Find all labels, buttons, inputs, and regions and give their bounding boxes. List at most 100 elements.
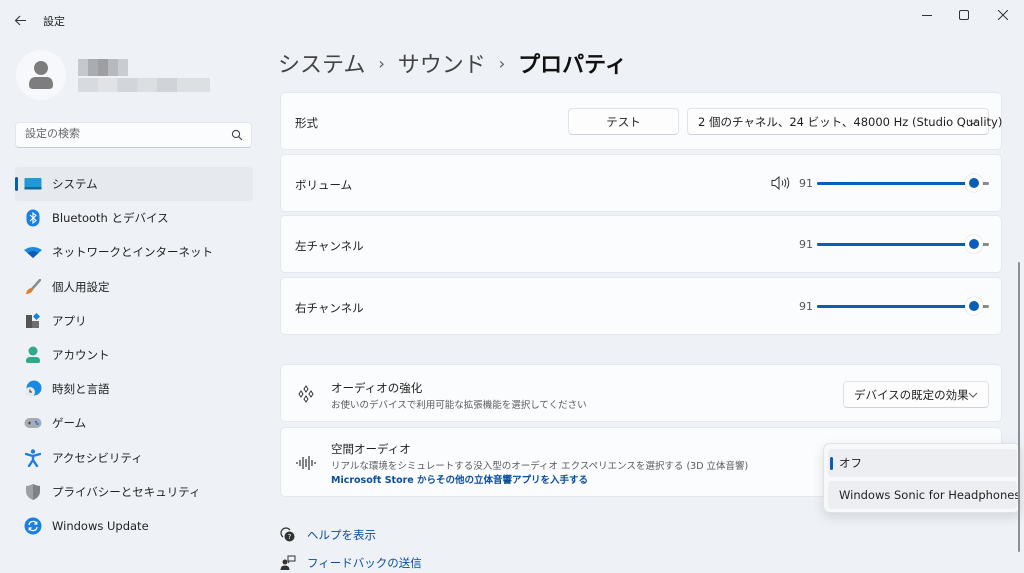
audio-enhancement-card: オーディオの強化 お使いのデバイスで利用可能な拡張機能を選択してください デバイ… (280, 364, 1002, 422)
volume-slider[interactable] (817, 173, 989, 193)
volume-label: ボリューム (295, 178, 353, 192)
avatar[interactable] (16, 50, 66, 100)
audio-enhancement-title: オーディオの強化 (331, 381, 423, 395)
user-email-obscured (78, 78, 210, 92)
right-channel-value: 91 (799, 300, 813, 313)
slider-fill (817, 305, 974, 308)
option-label: オフ (839, 456, 862, 470)
slider-thumb[interactable] (964, 235, 983, 253)
audio-waveform-icon (295, 452, 317, 474)
feedback-link[interactable]: フィードバックの送信 (280, 555, 422, 571)
breadcrumb-sound[interactable]: サウンド (398, 47, 486, 79)
sidebar-item-time-language[interactable]: 時刻と言語 (15, 372, 253, 406)
sidebar-item-accessibility[interactable]: アクセシビリティ (15, 441, 253, 475)
minimize-icon (922, 15, 932, 16)
sidebar-nav: システム Bluetooth とデバイス ネットワークとインターネット 個人用設… (15, 167, 253, 543)
sidebar-item-label: アプリ (52, 313, 87, 328)
chevron-down-icon (968, 119, 978, 125)
sidebar-item-bluetooth[interactable]: Bluetooth とデバイス (15, 201, 253, 235)
title-bar: 設定 (0, 0, 1024, 40)
windows-update-icon (24, 517, 42, 535)
account-icon (24, 346, 42, 364)
left-channel-label: 左チャンネル (295, 239, 364, 253)
search-box[interactable] (15, 122, 252, 148)
time-language-icon (24, 380, 42, 398)
selected-indicator (830, 457, 833, 470)
sidebar-item-privacy[interactable]: プライバシーとセキュリティ (15, 475, 253, 509)
paintbrush-icon (24, 278, 42, 296)
sidebar-item-label: ゲーム (52, 416, 87, 431)
sidebar-item-windows-update[interactable]: Windows Update (15, 509, 253, 543)
help-icon: ? (280, 527, 296, 543)
bluetooth-icon (24, 209, 42, 227)
accessibility-icon (24, 448, 42, 467)
minimize-button[interactable] (912, 4, 942, 26)
sidebar-item-label: Bluetooth とデバイス (52, 211, 169, 226)
slider-fill (817, 243, 974, 246)
sidebar-item-label: Windows Update (52, 518, 149, 533)
spatial-audio-option-off[interactable]: オフ (828, 449, 1017, 477)
sidebar-item-label: 時刻と言語 (52, 382, 110, 397)
close-icon (998, 10, 1008, 20)
sidebar-item-gaming[interactable]: ゲーム (15, 406, 253, 440)
shield-icon (24, 483, 42, 501)
audio-enhancement-selected-value: デバイスの既定の効果 (854, 387, 969, 402)
feedback-label: フィードバックの送信 (307, 556, 422, 570)
breadcrumb-system[interactable]: システム (278, 47, 365, 79)
maximize-icon (959, 10, 969, 20)
spatial-audio-menu: オフ Windows Sonic for Headphones (823, 443, 1021, 513)
right-channel-slider[interactable] (817, 296, 989, 316)
sidebar-item-accounts[interactable]: アカウント (15, 338, 253, 372)
system-monitor-icon (24, 175, 42, 193)
sidebar-item-label: ネットワークとインターネット (52, 245, 213, 260)
spatial-audio-option-windows-sonic[interactable]: Windows Sonic for Headphones (828, 481, 1021, 509)
breadcrumb-separator: › (378, 53, 385, 73)
format-dropdown[interactable]: 2 個のチャネル、24 ビット、48000 Hz (Studio Quality… (687, 108, 1002, 135)
close-button[interactable] (988, 4, 1018, 26)
right-channel-label: 右チャンネル (295, 301, 364, 315)
help-link[interactable]: ? ヘルプを表示 (280, 527, 376, 543)
sidebar-item-label: 個人用設定 (52, 279, 110, 294)
audio-enhancement-description: お使いのデバイスで利用可能な拡張機能を選択してください (331, 400, 587, 411)
back-button[interactable] (10, 10, 30, 30)
format-card: 形式 テスト 2 個のチャネル、24 ビット、48000 Hz (Studio … (280, 92, 1002, 150)
search-input[interactable] (25, 127, 225, 140)
feedback-icon (280, 555, 296, 571)
maximize-button[interactable] (949, 4, 979, 26)
left-channel-value: 91 (799, 238, 813, 251)
breadcrumb-separator: › (498, 53, 506, 73)
page-title: プロパティ (518, 53, 627, 78)
sidebar-item-apps[interactable]: アプリ (15, 304, 253, 338)
main-scrollbar[interactable] (1018, 262, 1020, 552)
sidebar-item-network[interactable]: ネットワークとインターネット (15, 235, 253, 269)
sidebar-item-label: プライバシーとセキュリティ (52, 484, 201, 499)
slider-thumb[interactable] (964, 174, 983, 192)
left-channel-slider[interactable] (817, 234, 989, 254)
slider-fill (817, 182, 974, 185)
chevron-down-icon (968, 392, 978, 398)
sparkle-icon (295, 383, 317, 405)
svg-text:?: ? (288, 533, 292, 541)
arrow-left-icon (14, 15, 26, 25)
microsoft-store-link[interactable]: Microsoft Store からその他の立体音響アプリを入手する (331, 472, 588, 486)
speaker-icon[interactable] (771, 176, 791, 190)
help-label: ヘルプを表示 (307, 528, 376, 542)
apps-icon (24, 312, 42, 330)
spatial-audio-title: 空間オーディオ (331, 442, 411, 456)
active-indicator (15, 177, 18, 191)
audio-enhancement-dropdown[interactable]: デバイスの既定の効果 (843, 381, 989, 408)
search-icon[interactable] (231, 129, 243, 141)
gamepad-icon (24, 414, 42, 432)
wifi-icon (24, 243, 42, 261)
sidebar-item-label: システム (52, 177, 98, 192)
volume-value: 91 (799, 177, 813, 190)
sidebar-item-system[interactable]: システム (15, 167, 253, 202)
breadcrumb: システム › サウンド › プロパティ (278, 45, 627, 81)
test-button[interactable]: テスト (568, 108, 679, 135)
slider-thumb[interactable] (964, 297, 983, 315)
sidebar-item-label: アカウント (52, 348, 110, 363)
sidebar-item-personalization[interactable]: 個人用設定 (15, 270, 253, 304)
format-selected-value: 2 個のチャネル、24 ビット、48000 Hz (Studio Quality… (698, 114, 1003, 129)
option-label: Windows Sonic for Headphones (839, 488, 1021, 502)
app-title: 設定 (43, 15, 65, 28)
